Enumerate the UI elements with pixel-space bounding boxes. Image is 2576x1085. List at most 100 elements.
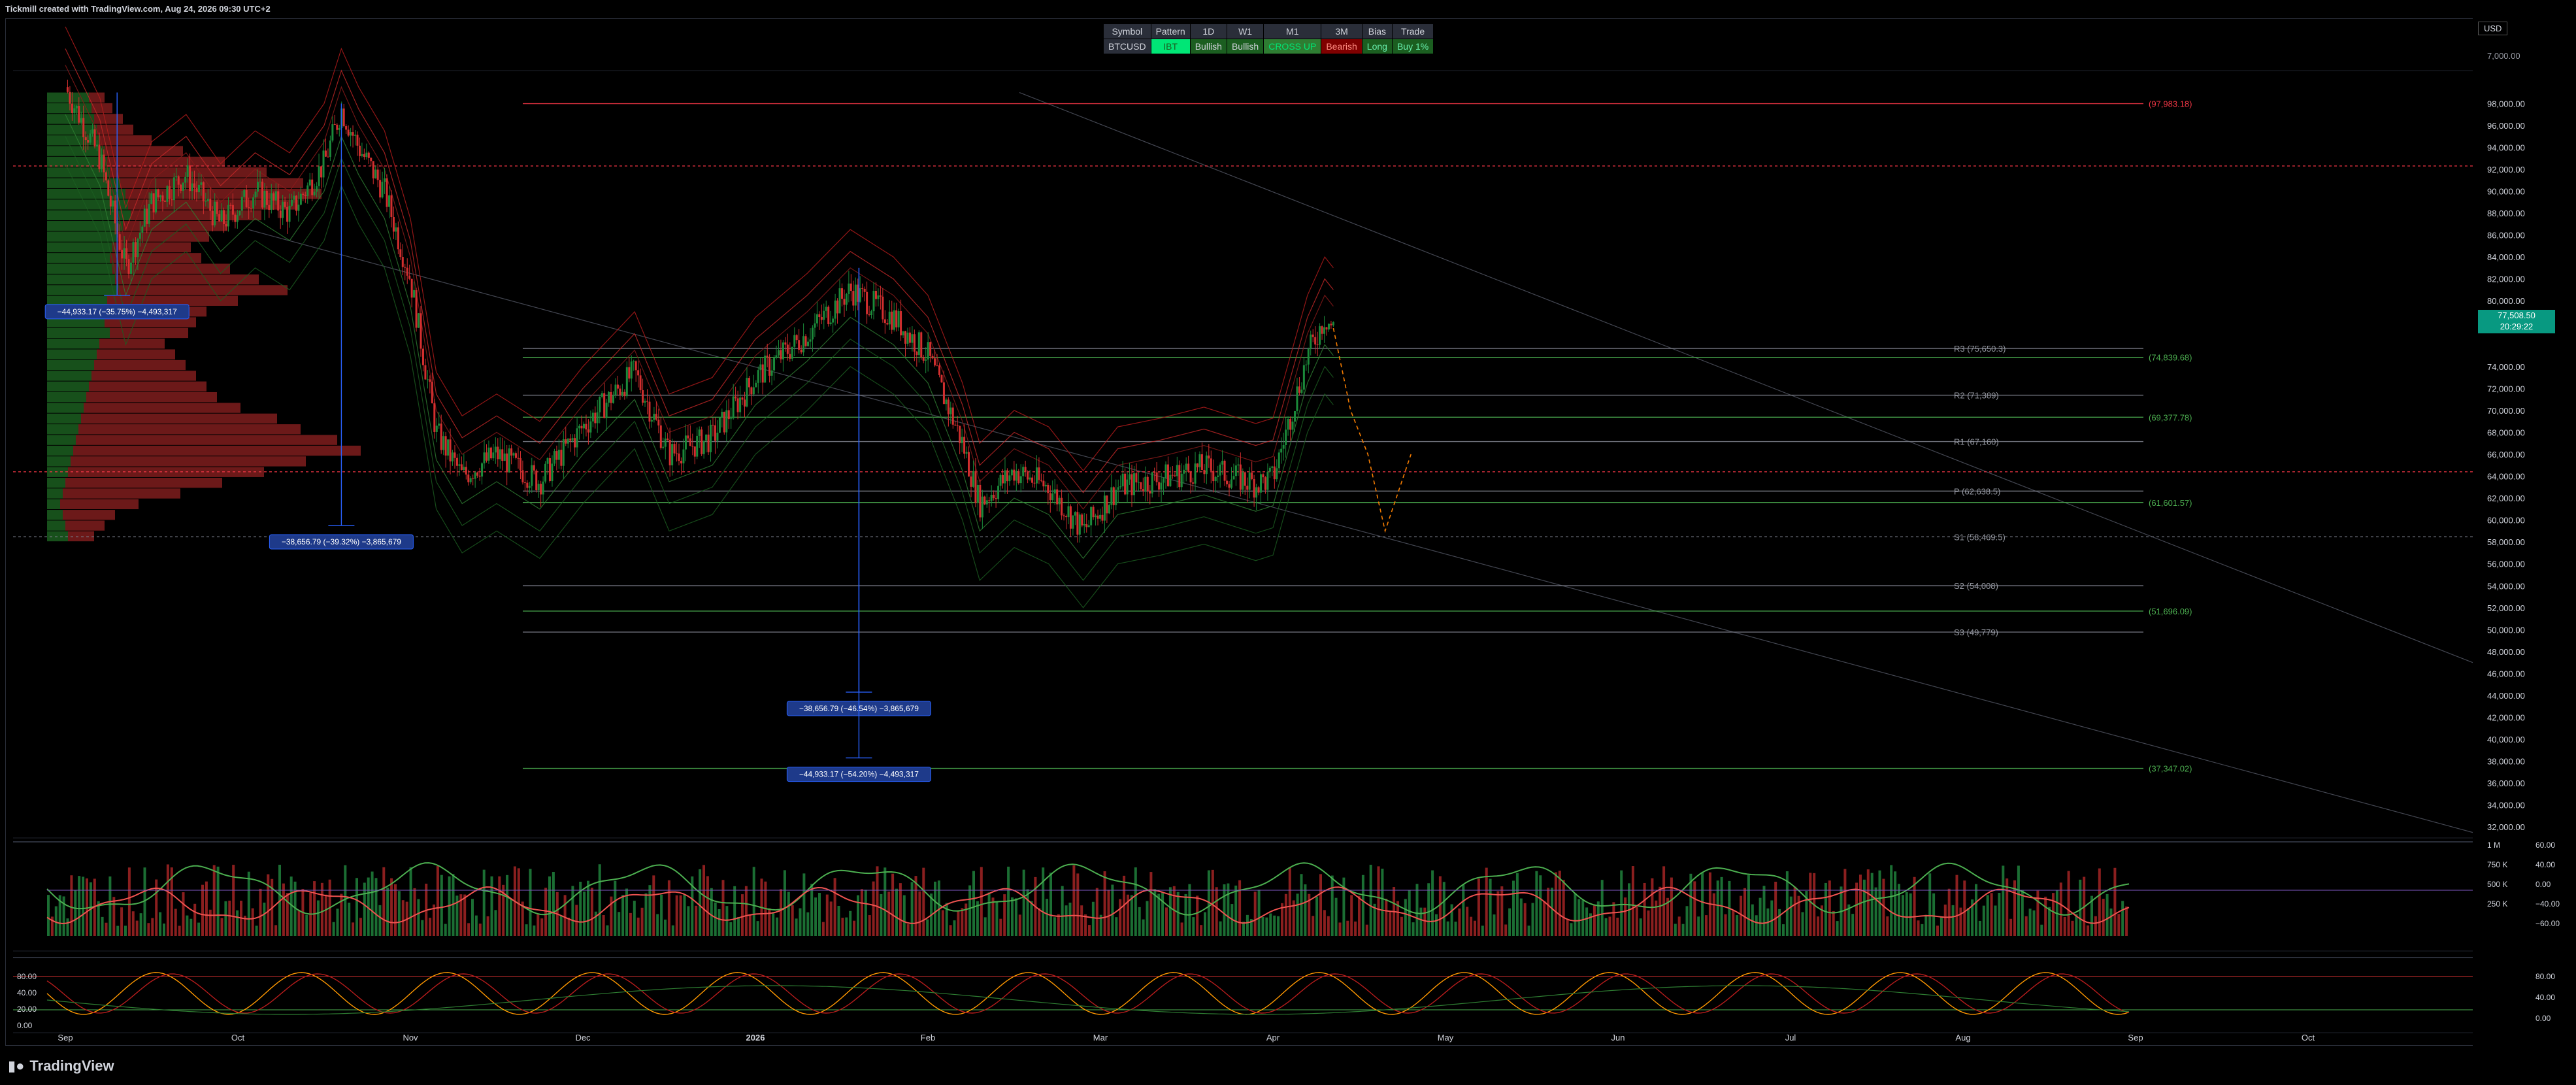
volume-bar (1489, 878, 1492, 936)
volume-bar (1608, 916, 1611, 936)
volume-bar (1967, 908, 1970, 936)
candle-body (517, 458, 520, 459)
candle-body (1108, 505, 1110, 514)
volume-bar (1500, 886, 1504, 936)
volume-bar (1994, 905, 1997, 936)
candle-body (515, 453, 518, 458)
candle-body (913, 334, 916, 352)
candle-body (180, 184, 182, 191)
candle-body (811, 327, 814, 340)
candle-body (680, 460, 682, 463)
candle-body (1155, 472, 1158, 482)
candle-body (1053, 489, 1056, 494)
candle-body (589, 421, 592, 433)
candle-body (272, 193, 275, 201)
volume-bar (2105, 893, 2109, 936)
stoch-k-line (46, 972, 2130, 1015)
volume-bar (2040, 924, 2043, 936)
candle-body (1132, 473, 1135, 495)
candle-body (195, 188, 198, 193)
candle-body (714, 425, 716, 441)
candle-body (816, 314, 818, 324)
volume-bar (1793, 886, 1796, 936)
candle-body (775, 355, 778, 358)
candle-body (798, 340, 801, 350)
candle-body (1056, 489, 1059, 505)
candle-body (718, 417, 721, 433)
price-axis-tick: 46,000.00 (2487, 669, 2525, 678)
tradingview-logo[interactable]: ▮● TradingView (8, 1058, 114, 1075)
volume-bar (1523, 903, 1527, 936)
candle-body (895, 310, 898, 327)
candle-body (1067, 506, 1070, 518)
candle-body (279, 210, 282, 218)
volume-bar (1273, 915, 1276, 936)
volume-bar (1890, 865, 1893, 936)
volume-bar (517, 868, 520, 936)
candle-body (653, 414, 655, 420)
volume-bar (1716, 880, 1719, 936)
candle-body (757, 370, 759, 383)
candle-body (306, 185, 309, 196)
candle-body (906, 332, 909, 344)
volume-bar (1894, 871, 1897, 936)
volume-bar (2102, 899, 2105, 936)
volume-bar (1003, 894, 1006, 936)
currency-button[interactable]: USD (2478, 22, 2508, 35)
candle-body (168, 186, 171, 199)
volume-bar (721, 880, 725, 936)
profile-bar-bull (47, 381, 89, 392)
candle-body (469, 478, 472, 482)
volume-bar (1862, 879, 1866, 936)
volume-bar (1180, 922, 1183, 936)
horizontal-levels: (97,983.18) R3 (75,650.3) (74,839.68) R2 (7… (13, 99, 2473, 774)
candle-body (925, 359, 927, 361)
candle-body (134, 242, 137, 258)
candle-body (1146, 476, 1149, 492)
candle-body (891, 311, 893, 330)
volume-bar (1570, 923, 1573, 936)
volume-bar (1450, 904, 1453, 936)
candle-body (959, 426, 961, 444)
candle-body (71, 103, 73, 113)
volume-bar (332, 922, 335, 936)
candle-body (599, 396, 601, 412)
candle-body (1149, 491, 1151, 494)
candle-body (1115, 490, 1117, 505)
profile-bar-bear (97, 349, 175, 359)
candle-body (410, 278, 413, 298)
candle-body (818, 314, 821, 318)
volume-bar (860, 889, 863, 936)
candle-body (1260, 474, 1263, 493)
candle-body (1174, 475, 1176, 476)
volume-bar (1693, 881, 1696, 936)
chart-canvas[interactable]: (97,983.18) R3 (75,650.3) (74,839.68) R2 (7… (0, 0, 2576, 1085)
volume-bar (1604, 918, 1608, 936)
candle-body (370, 158, 372, 161)
candle-body (820, 317, 823, 320)
candle-body (1183, 469, 1185, 474)
candle-body (997, 486, 1000, 499)
volume-bar (744, 886, 748, 936)
profile-bar-bull (47, 135, 99, 146)
volume-bar (1539, 875, 1542, 936)
candle-body (848, 283, 850, 294)
candle-body (442, 436, 445, 450)
candle-body (1210, 458, 1212, 471)
candle-body (338, 127, 340, 130)
price-axis: 7,000.00 98,000.00 96,000.00 94,000.00 92,00… (2473, 18, 2571, 1046)
candle-body (1058, 497, 1061, 505)
candle-body (1074, 512, 1076, 516)
candle-body (354, 135, 357, 136)
candle-body (531, 465, 533, 486)
volume-bar (1061, 886, 1064, 936)
volume-bar (914, 876, 917, 936)
price-axis-tick: 74,000.00 (2487, 362, 2525, 372)
volume-bar (1346, 920, 1349, 936)
candle-body (320, 166, 323, 178)
candle-body (1164, 464, 1167, 478)
volume-bar (1076, 873, 1080, 936)
profile-bar-bear (65, 520, 105, 531)
candle-body (569, 438, 572, 441)
volume-bar (1681, 924, 1685, 936)
